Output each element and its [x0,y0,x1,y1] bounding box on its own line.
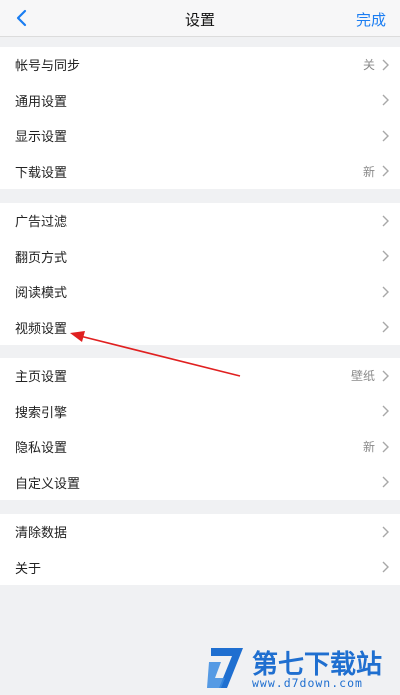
settings-row-account-sync[interactable]: 帐号与同步 关 [0,47,400,83]
settings-row-privacy[interactable]: 隐私设置 新 [0,429,400,465]
row-label: 搜索引擎 [15,405,68,421]
chevron-right-icon [382,405,389,417]
page-title: 设置 [184,11,215,29]
chevron-right-icon [382,561,389,573]
settings-row-page-turn[interactable]: 翻页方式 [0,239,400,275]
row-label: 视频设置 [15,321,68,337]
settings-section-browsing: 广告过滤 翻页方式 阅读模式 视频设置 [0,203,400,345]
row-label: 翻页方式 [15,250,68,266]
row-label: 关于 [15,561,42,577]
settings-row-custom[interactable]: 自定义设置 [0,465,400,501]
row-label: 帐号与同步 [15,59,81,75]
row-label: 隐私设置 [15,441,68,457]
settings-row-about[interactable]: 关于 [0,550,400,586]
settings-row-general[interactable]: 通用设置 [0,83,400,119]
chevron-right-icon [382,250,389,262]
row-label: 下载设置 [15,165,68,181]
chevron-right-icon [382,94,389,106]
settings-row-download[interactable]: 下载设置 新 [0,154,400,190]
chevron-right-icon [382,59,389,71]
chevron-right-icon [382,130,389,142]
settings-section-data: 清除数据 关于 [0,514,400,585]
chevron-right-icon [382,370,389,382]
row-value: 关 [362,58,375,73]
row-label: 阅读模式 [15,286,68,302]
row-label: 主页设置 [15,370,68,386]
settings-row-search-engine[interactable]: 搜索引擎 [0,394,400,430]
settings-row-homepage[interactable]: 主页设置 壁纸 [0,358,400,394]
chevron-right-icon [382,441,389,453]
d7-logo-icon [207,648,243,688]
row-label: 广告过滤 [15,215,68,231]
chevron-right-icon [382,215,389,227]
done-button[interactable]: 完成 [356,9,386,30]
settings-section-home: 主页设置 壁纸 搜索引擎 隐私设置 新 自定义设置 [0,358,400,500]
settings-row-clear-data[interactable]: 清除数据 [0,514,400,550]
chevron-right-icon [382,526,389,538]
chevron-right-icon [382,286,389,298]
settings-row-video[interactable]: 视频设置 [0,310,400,346]
navigation-bar: 设置 完成 [0,0,400,37]
settings-row-reading-mode[interactable]: 阅读模式 [0,274,400,310]
settings-row-display[interactable]: 显示设置 [0,118,400,154]
settings-section-account: 帐号与同步 关 通用设置 显示设置 下载设置 新 [0,47,400,189]
row-label: 清除数据 [15,526,68,542]
chevron-right-icon [382,476,389,488]
watermark: 第七下载站 www.d7down.com [200,640,395,695]
row-label: 通用设置 [15,94,68,110]
settings-row-ad-filter[interactable]: 广告过滤 [0,203,400,239]
row-label: 自定义设置 [15,476,81,492]
row-label: 显示设置 [15,130,68,146]
row-value: 壁纸 [350,369,375,384]
chevron-right-icon [382,165,389,177]
row-value: 新 [362,164,375,179]
row-value: 新 [362,440,375,455]
chevron-right-icon [382,321,389,333]
watermark-url: www.d7down.com [252,676,363,690]
